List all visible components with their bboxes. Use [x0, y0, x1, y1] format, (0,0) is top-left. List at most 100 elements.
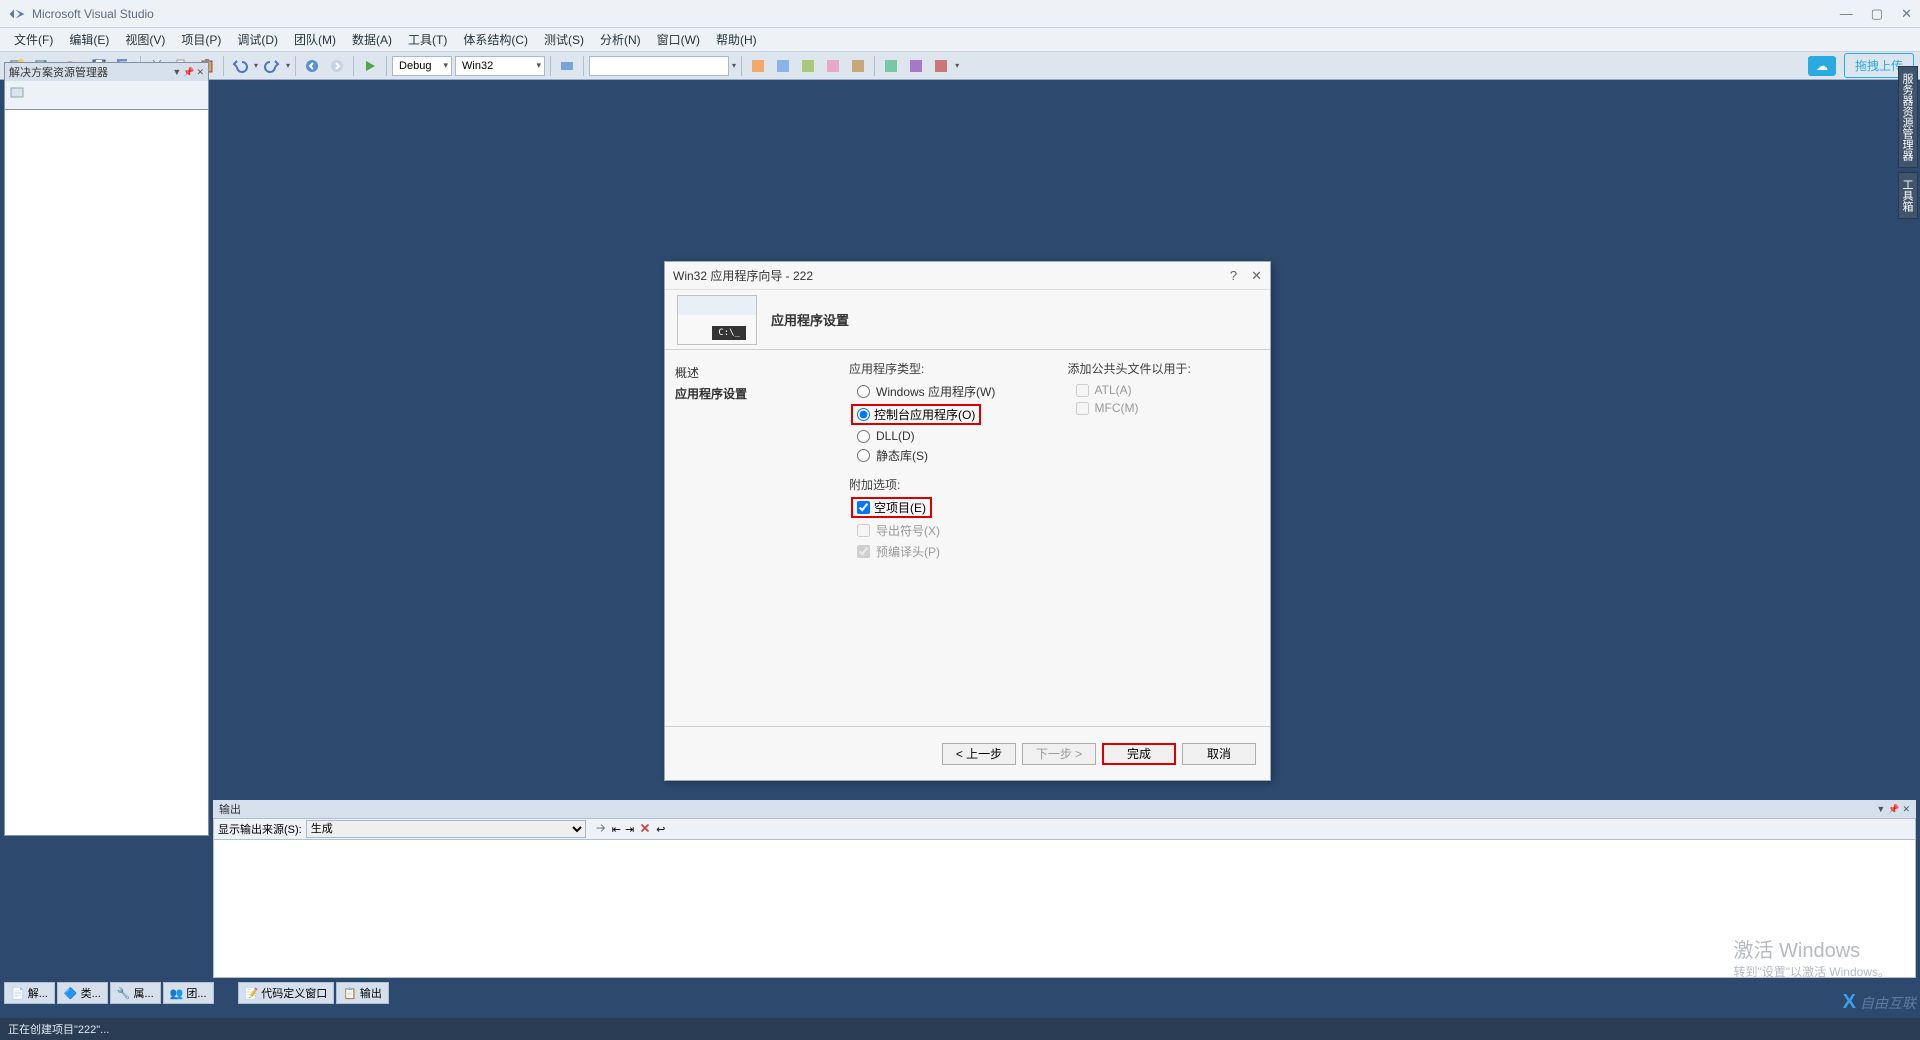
tab-code-def[interactable]: 📝代码定义窗口: [238, 982, 335, 1004]
output-pin-icon[interactable]: 📌: [1888, 804, 1899, 815]
nav-overview[interactable]: 概述: [675, 362, 825, 383]
class-icon: 🔷: [64, 987, 78, 1000]
radio-console-app[interactable]: 控制台应用程序(O): [851, 404, 981, 425]
output-panel: 输出 ▼ 📌 ✕ 显示输出来源(S): 生成 ⇤ ⇥ ↩: [213, 800, 1916, 980]
menu-view[interactable]: 视图(V): [117, 29, 173, 50]
menu-debug[interactable]: 调试(D): [229, 29, 286, 50]
tb-icon-3[interactable]: [797, 55, 819, 77]
menu-test[interactable]: 测试(S): [536, 29, 592, 50]
output-title: 输出: [219, 801, 1876, 817]
menu-tools[interactable]: 工具(T): [400, 29, 455, 50]
menubar: 文件(F) 编辑(E) 视图(V) 项目(P) 调试(D) 团队(M) 数据(A…: [0, 28, 1920, 52]
panel-pin-icon[interactable]: 📌: [183, 67, 194, 78]
tab-toolbox[interactable]: 工具箱: [1898, 172, 1918, 219]
tb-icon-4[interactable]: [822, 55, 844, 77]
panel-dropdown-icon[interactable]: ▼: [172, 67, 181, 78]
solution-explorer-body[interactable]: [4, 110, 209, 836]
bottom-tabs: 📄解... 🔷类... 🔧属... 👥团... 📝代码定义窗口 📋输出: [4, 982, 389, 1004]
config-dropdown[interactable]: Debug: [392, 56, 452, 76]
tb-icon-6[interactable]: [880, 55, 902, 77]
redo-icon[interactable]: [261, 55, 283, 77]
menu-data[interactable]: 数据(A): [344, 29, 400, 50]
vs-logo-icon: [8, 7, 26, 21]
tab-team[interactable]: 👥团...: [163, 982, 214, 1004]
radio-static-lib[interactable]: 静态库(S): [849, 445, 1038, 466]
menu-file[interactable]: 文件(F): [6, 29, 61, 50]
checkbox-atl: ATL(A): [1068, 381, 1257, 399]
dialog-title: Win32 应用程序向导 - 222: [673, 267, 1230, 284]
menu-edit[interactable]: 编辑(E): [61, 29, 117, 50]
next-button: 下一步 >: [1022, 743, 1096, 765]
output-icon: 📋: [343, 987, 357, 1000]
undo-icon[interactable]: [229, 55, 251, 77]
toolbar: ▾ ▾ ▾ Debug Win32 ▾ ▾ ☁ 拖拽上传: [0, 52, 1920, 80]
panel-close-icon[interactable]: ✕: [196, 67, 204, 78]
menu-project[interactable]: 项目(P): [173, 29, 229, 50]
tab-output[interactable]: 📋输出: [336, 982, 389, 1004]
find-input[interactable]: [589, 56, 729, 76]
wizard-dialog: Win32 应用程序向导 - 222 ? ✕ 应用程序设置 概述 应用程序设置 …: [664, 261, 1271, 781]
tb-icon-5[interactable]: [847, 55, 869, 77]
code-icon: 📝: [245, 987, 259, 1000]
maximize-icon[interactable]: ▢: [1871, 6, 1883, 22]
output-source-label: 显示输出来源(S):: [218, 821, 302, 837]
dialog-close-icon[interactable]: ✕: [1251, 268, 1262, 284]
finish-button[interactable]: 完成: [1102, 743, 1176, 765]
output-close-icon[interactable]: ✕: [1902, 804, 1910, 815]
menu-team[interactable]: 团队(M): [286, 29, 344, 50]
radio-windows-app[interactable]: Windows 应用程序(W): [849, 381, 1038, 402]
tab-server-explorer[interactable]: 服务器资源管理器: [1898, 66, 1918, 168]
output-clear-icon[interactable]: [638, 821, 652, 838]
status-message: 正在创建项目"222"...: [8, 1021, 109, 1037]
wizard-header-icon: [677, 295, 757, 345]
dialog-header-title: 应用程序设置: [771, 310, 849, 329]
output-goto-icon[interactable]: [594, 821, 608, 838]
tb-icon-8[interactable]: [930, 55, 952, 77]
app-title: Microsoft Visual Studio: [32, 7, 154, 21]
statusbar: 正在创建项目"222"...: [0, 1018, 1920, 1040]
close-icon[interactable]: ✕: [1901, 6, 1912, 22]
tb-icon-7[interactable]: [905, 55, 927, 77]
extra-options-label: 附加选项:: [849, 476, 1038, 493]
prev-button[interactable]: < 上一步: [942, 743, 1016, 765]
solution-explorer-header: 解决方案资源管理器 ▼ 📌 ✕: [4, 62, 209, 110]
menu-architecture[interactable]: 体系结构(C): [455, 29, 536, 50]
cloud-icon: ☁: [1816, 59, 1828, 73]
titlebar: Microsoft Visual Studio — ▢ ✕: [0, 0, 1920, 28]
team-icon: 👥: [170, 987, 184, 1000]
dialog-help-icon[interactable]: ?: [1230, 268, 1237, 284]
cancel-button[interactable]: 取消: [1182, 743, 1256, 765]
checkbox-mfc: MFC(M): [1068, 399, 1257, 417]
output-wrap-icon[interactable]: ↩: [656, 823, 665, 836]
checkbox-empty-project[interactable]: 空项目(E): [851, 497, 932, 518]
output-dropdown-icon[interactable]: ▼: [1876, 804, 1885, 815]
output-source-select[interactable]: 生成: [306, 820, 586, 838]
tab-class[interactable]: 🔷类...: [57, 982, 108, 1004]
solution-home-icon[interactable]: [9, 84, 25, 103]
output-next-icon[interactable]: ⇥: [625, 823, 634, 836]
nav-forward-icon[interactable]: [326, 55, 348, 77]
minimize-icon[interactable]: —: [1840, 6, 1853, 22]
solution-explorer-title: 解决方案资源管理器: [9, 64, 172, 80]
props-icon: 🔧: [117, 987, 131, 1000]
menu-window[interactable]: 窗口(W): [649, 29, 708, 50]
doc-icon: 📄: [11, 987, 25, 1000]
menu-analyze[interactable]: 分析(N): [592, 29, 649, 50]
app-type-label: 应用程序类型:: [849, 360, 1038, 377]
tab-properties[interactable]: 🔧属...: [110, 982, 161, 1004]
common-headers-label: 添加公共头文件以用于:: [1068, 360, 1257, 377]
platform-dropdown[interactable]: Win32: [455, 56, 545, 76]
checkbox-precompiled-header: 预编译头(P): [849, 541, 1038, 562]
output-prev-icon[interactable]: ⇤: [612, 823, 621, 836]
nav-back-icon[interactable]: [301, 55, 323, 77]
output-body[interactable]: [213, 840, 1916, 978]
nav-settings[interactable]: 应用程序设置: [675, 383, 825, 404]
radio-dll[interactable]: DLL(D): [849, 427, 1038, 445]
tb-icon-1[interactable]: [747, 55, 769, 77]
tab-solution[interactable]: 📄解...: [4, 982, 55, 1004]
cloud-button[interactable]: ☁: [1808, 56, 1836, 76]
start-debug-icon[interactable]: [359, 55, 381, 77]
extensions-icon[interactable]: [556, 55, 578, 77]
tb-icon-2[interactable]: [772, 55, 794, 77]
menu-help[interactable]: 帮助(H): [708, 29, 765, 50]
